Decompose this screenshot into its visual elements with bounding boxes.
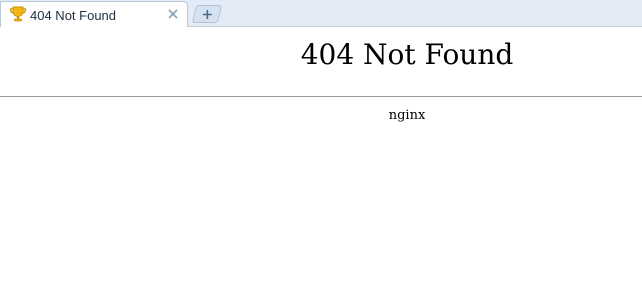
plus-icon — [202, 10, 212, 19]
close-icon[interactable] — [166, 7, 180, 21]
tab-title: 404 Not Found — [30, 8, 117, 23]
new-tab-button[interactable] — [191, 5, 223, 23]
divider — [0, 96, 642, 97]
tab-active[interactable]: 404 Not Found — [0, 1, 188, 27]
tab-bar: 404 Not Found — [0, 0, 642, 27]
trophy-icon — [9, 6, 27, 22]
page-title: 404 Not Found — [300, 38, 514, 71]
server-name: nginx — [388, 108, 426, 123]
